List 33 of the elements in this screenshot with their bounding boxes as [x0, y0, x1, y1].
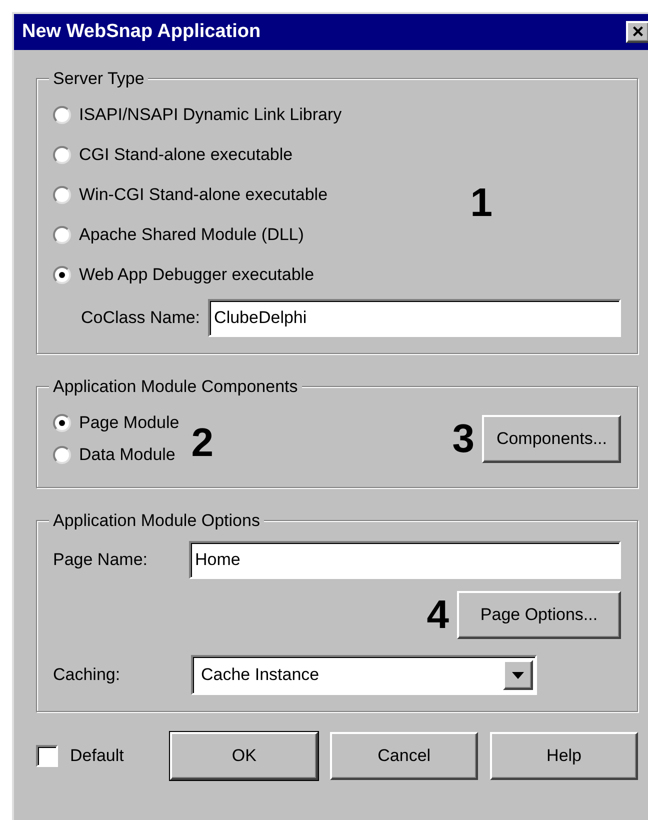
annotation-number: 2 [191, 420, 214, 464]
dialog-button[interactable]: Page Options... [457, 591, 621, 639]
field-label: Caching: [53, 664, 122, 686]
dialog-button[interactable]: OK [170, 732, 318, 780]
radio-button[interactable] [53, 186, 71, 204]
page-name-field[interactable]: Home [189, 541, 621, 579]
checkbox-label: Default [70, 745, 124, 768]
checkbox[interactable] [36, 745, 58, 767]
radio-label: Win-CGI Stand-alone executable [79, 184, 328, 206]
field-label: CoClass Name: [81, 307, 200, 330]
annotation-number: 1 [470, 183, 492, 223]
caching-dropdown[interactable]: Cache Instance [191, 655, 537, 695]
radio-label: Apache Shared Module (DLL) [79, 224, 304, 246]
radio-label: ISAPI/NSAPI Dynamic Link Library [79, 104, 342, 126]
radio-label: Web App Debugger executable [79, 264, 314, 286]
radio-button[interactable] [53, 266, 71, 284]
radio-button[interactable] [53, 226, 71, 244]
radio-label: Data Module [79, 444, 176, 466]
annotation-number: 3 [452, 419, 474, 459]
dialog-button[interactable]: Help [490, 732, 638, 780]
coclass-name-field[interactable]: ClubeDelphi [208, 299, 621, 337]
annotation-number: 4 [426, 595, 449, 635]
radio-button[interactable] [53, 106, 71, 124]
window-title: New WebSnap Application [22, 20, 261, 44]
dialog-button[interactable]: Cancel [330, 732, 478, 780]
close-button[interactable]: × [626, 21, 648, 43]
dialog-button[interactable]: Components... [482, 415, 621, 463]
radio-button[interactable] [53, 414, 71, 432]
radio-label: CGI Stand-alone executable [79, 144, 293, 166]
radio-button[interactable] [53, 446, 71, 464]
radio-button[interactable] [53, 146, 71, 164]
field-label: Page Name: [53, 549, 148, 572]
radio-label: Page Module [79, 412, 180, 434]
